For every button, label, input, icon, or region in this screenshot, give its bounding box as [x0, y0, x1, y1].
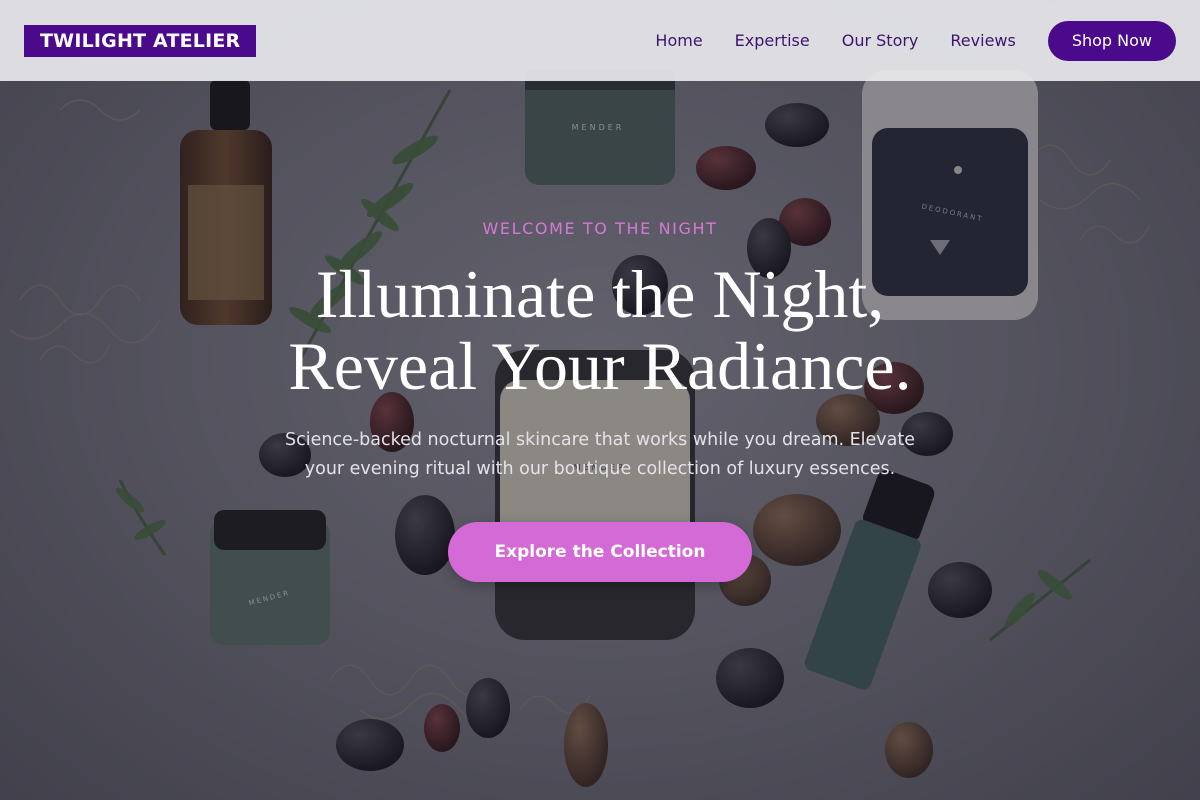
brand-logo[interactable]: TWILIGHT ATELIER: [24, 24, 257, 57]
shop-now-button[interactable]: Shop Now: [1047, 20, 1176, 61]
site-header: TWILIGHT ATELIER Home Expertise Our Stor…: [0, 0, 1200, 81]
nav-link-our-story[interactable]: Our Story: [842, 31, 919, 50]
main-nav: Home Expertise Our Story Reviews Shop No…: [655, 20, 1176, 61]
nav-link-expertise[interactable]: Expertise: [735, 31, 810, 50]
hero-headline-line-2: Reveal Your Radiance.: [288, 328, 912, 404]
hero-headline: Illuminate the Night, Reveal Your Radian…: [0, 258, 1200, 402]
nav-link-reviews[interactable]: Reviews: [950, 31, 1015, 50]
hero-headline-line-1: Illuminate the Night,: [315, 256, 885, 332]
hero-content: WELCOME TO THE NIGHT Illuminate the Nigh…: [0, 0, 1200, 800]
hero-eyebrow: WELCOME TO THE NIGHT: [482, 219, 718, 238]
hero-subtitle: Science-backed nocturnal skincare that w…: [284, 430, 916, 479]
explore-collection-button[interactable]: Explore the Collection: [448, 522, 752, 582]
nav-link-home[interactable]: Home: [655, 31, 702, 50]
